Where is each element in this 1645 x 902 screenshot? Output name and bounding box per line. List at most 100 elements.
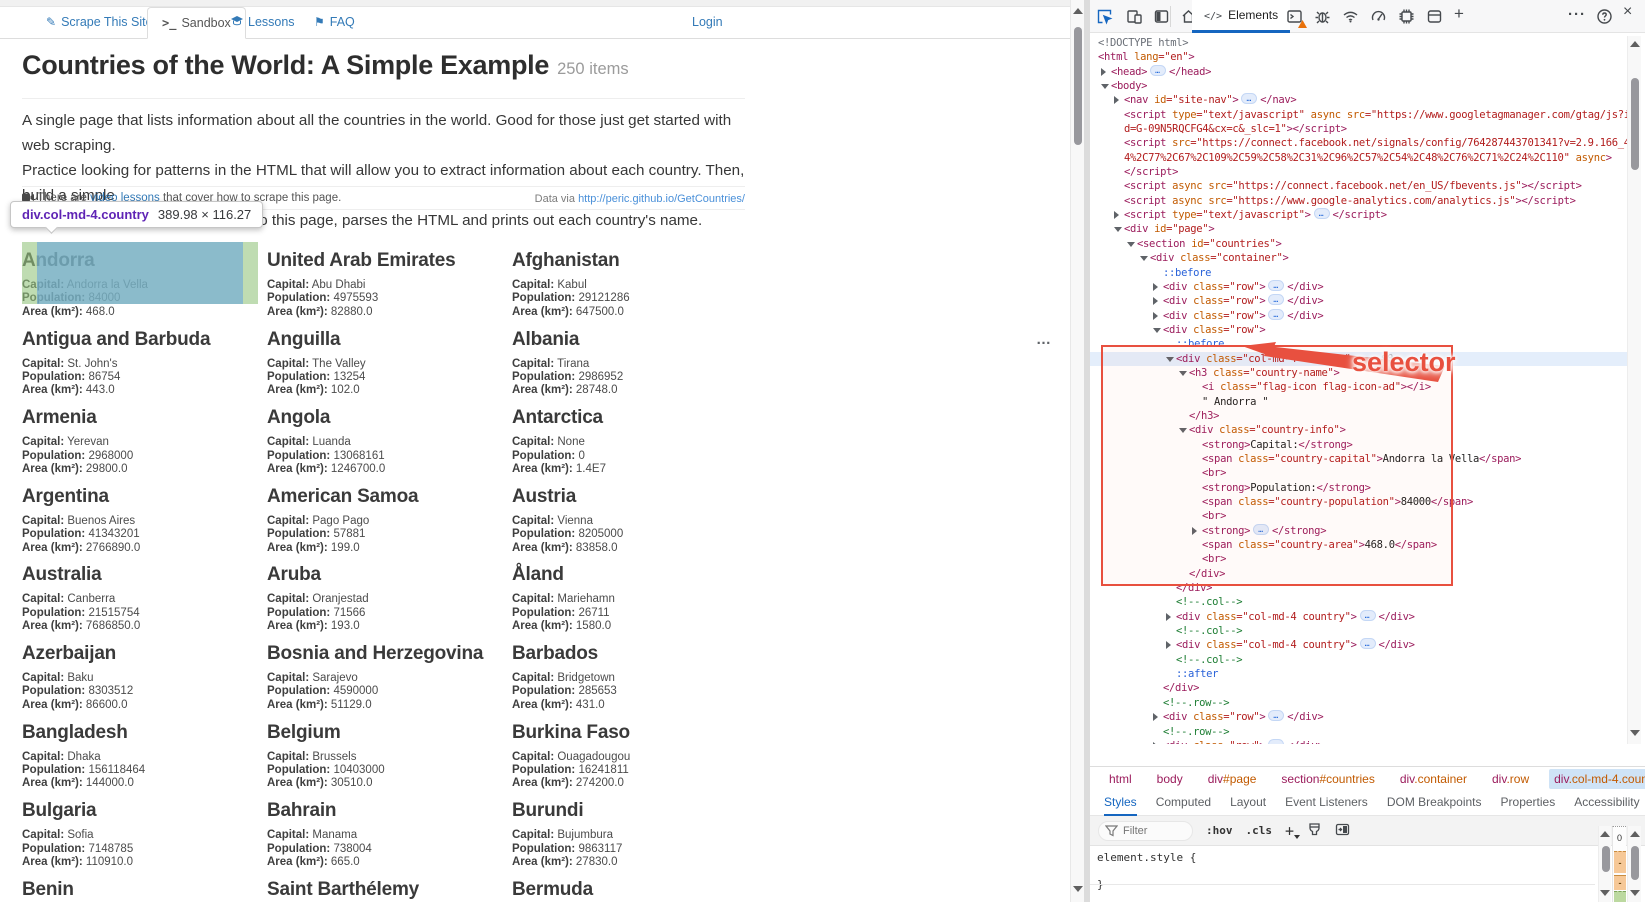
dom-line[interactable]: <div class="container"> [1090,251,1627,265]
dom-line[interactable]: <div class="row"> [1090,323,1627,337]
dom-line[interactable]: <body> [1090,79,1627,93]
tab-elements[interactable]: </>Elements [1192,0,1290,33]
dom-line[interactable]: <script src="https://connect.facebook.ne… [1090,136,1627,150]
inline-expand-icon[interactable]: … [1314,208,1330,219]
dom-line[interactable]: <script type="text/javascript">…</script… [1090,208,1627,222]
dom-line[interactable]: <h3 class="country-name"> [1090,366,1627,380]
expand-arrow-icon[interactable] [1114,211,1119,219]
dom-line[interactable]: " Andorra " [1090,395,1627,409]
dom-line[interactable]: </div> [1090,567,1627,581]
dom-line[interactable]: d=G-09N5RQCFG4&cx=c&_slc=1"></script> [1090,122,1627,136]
collapse-arrow-icon[interactable] [1166,357,1174,362]
dom-line[interactable]: <br> [1090,552,1627,566]
dom-line[interactable]: <nav id="site-nav">…</nav> [1090,93,1627,107]
dom-line[interactable]: <html lang="en"> [1090,50,1627,64]
application-icon[interactable] [1426,8,1443,25]
dom-line[interactable]: <div class="col-md-4 country">…</div> [1090,638,1627,652]
new-style-rule-button[interactable]: + [1285,822,1294,840]
dom-line[interactable]: </div> [1090,681,1627,695]
dom-line[interactable]: <strong>Capital:</strong> [1090,438,1627,452]
dom-line[interactable]: ::after [1090,667,1627,681]
dom-line[interactable]: <!--.col--> [1090,624,1627,638]
dom-line[interactable]: <strong>…</strong> [1090,524,1627,538]
breadcrumb-item[interactable]: section#countries [1276,769,1379,789]
expand-arrow-icon[interactable] [1166,641,1171,649]
dom-line[interactable]: <i class="flag-icon flag-icon-ad"></i> [1090,380,1627,394]
page-scrollbar-thumb[interactable] [1074,27,1082,145]
bug-icon[interactable] [1314,8,1331,25]
panel-tab-styles[interactable]: Styles [1104,790,1137,816]
inline-expand-icon[interactable]: … [1360,610,1376,621]
panel-tab-event-listeners[interactable]: Event Listeners [1285,790,1368,816]
breadcrumb-item[interactable]: div.container [1395,769,1472,789]
dom-line[interactable]: <br> [1090,466,1627,480]
dom-line[interactable]: <!--.col--> [1090,595,1627,609]
expand-arrow-icon[interactable] [1153,283,1158,291]
dom-line[interactable]: ::before [1090,337,1627,351]
dom-line[interactable]: <head>…</head> [1090,65,1627,79]
scroll-up-icon[interactable] [1073,8,1083,14]
inline-expand-icon[interactable]: … [1268,280,1284,291]
dom-line[interactable]: ::before [1090,266,1627,280]
scroll-up-icon[interactable] [1630,41,1640,47]
nav-link-lessons[interactable]: Lessons [231,15,295,29]
outer-scrollbar[interactable] [1627,826,1641,902]
nav-link-scrape-this-site[interactable]: ✎Scrape This Site [46,15,153,29]
dom-line-selected[interactable]: <div class="col-md-4 country"> == $0 [1090,352,1627,366]
inline-expand-icon[interactable]: … [1253,524,1269,535]
dom-line[interactable]: <!DOCTYPE html> [1090,36,1627,50]
memory-icon[interactable] [1398,8,1415,25]
styles-scrollbar-thumb[interactable] [1602,846,1610,872]
dom-line[interactable]: <div class="col-md-4 country">…</div> [1090,610,1627,624]
element-classes-button[interactable]: .cls [1246,824,1273,837]
inline-expand-icon[interactable]: … [1360,638,1376,649]
collapse-arrow-icon[interactable] [1179,428,1187,433]
dom-line[interactable]: 4%2C77%2C67%2C109%2C59%2C58%2C31%2C96%2C… [1090,151,1627,165]
dom-line[interactable]: <strong>Population:</strong> [1090,481,1627,495]
nav-link-login[interactable]: Login [692,15,723,29]
expand-arrow-icon[interactable] [1101,68,1106,76]
inline-expand-icon[interactable]: … [1268,294,1284,305]
inspect-icon[interactable] [1096,8,1113,25]
inline-expand-icon[interactable]: … [1150,65,1166,76]
more-options-icon[interactable]: ··· [1568,6,1586,23]
network-conditions-icon[interactable] [1342,8,1359,25]
scroll-down-icon[interactable] [1073,886,1083,892]
dom-line[interactable]: </div> [1090,581,1627,595]
dom-tree-scrollbar[interactable] [1627,36,1641,744]
collapse-arrow-icon[interactable] [1114,227,1122,232]
collapse-arrow-icon[interactable] [1153,328,1161,333]
dom-line[interactable]: <!--.col--> [1090,653,1627,667]
styles-scrollbar[interactable] [1598,826,1611,902]
scroll-down-icon[interactable] [1630,730,1640,736]
dom-line[interactable]: <br> [1090,509,1627,523]
scroll-up-icon[interactable] [1600,831,1610,837]
dom-line[interactable]: <span class="country-area">468.0</span> [1090,538,1627,552]
expand-arrow-icon[interactable] [1153,713,1158,721]
style-rule-selector[interactable]: element.style { [1097,851,1196,864]
dom-line[interactable]: </h3> [1090,409,1627,423]
collapse-arrow-icon[interactable] [1101,84,1109,89]
inline-expand-icon[interactable]: … [1268,710,1284,721]
panel-tab-layout[interactable]: Layout [1230,790,1266,816]
panel-tab-accessibility[interactable]: Accessibility [1574,790,1639,816]
panel-tab-properties[interactable]: Properties [1501,790,1556,816]
inline-expand-icon[interactable]: … [1268,309,1284,320]
outer-scrollbar-thumb[interactable] [1631,846,1639,880]
dom-line[interactable]: <div class="row">…</div> [1090,739,1627,744]
dom-line[interactable]: <div class="row">…</div> [1090,710,1627,724]
expand-arrow-icon[interactable] [1153,312,1158,320]
dom-line[interactable]: <!--.row--> [1090,725,1627,739]
scroll-down-icon[interactable] [1600,890,1610,896]
dom-scrollbar-thumb[interactable] [1631,78,1639,170]
expand-arrow-icon[interactable] [1153,297,1158,305]
page-scrollbar[interactable] [1070,0,1084,902]
expand-arrow-icon[interactable] [1153,742,1158,744]
inline-expand-icon[interactable]: … [1268,739,1284,744]
dom-line[interactable]: <span class="country-population">84000</… [1090,495,1627,509]
dom-line[interactable]: <div class="country-info"> [1090,423,1627,437]
dom-line[interactable]: <script async src="https://connect.faceb… [1090,179,1627,193]
dom-line[interactable]: <div class="row">…</div> [1090,280,1627,294]
expand-arrow-icon[interactable] [1192,527,1197,535]
dom-line[interactable]: <!--.row--> [1090,696,1627,710]
